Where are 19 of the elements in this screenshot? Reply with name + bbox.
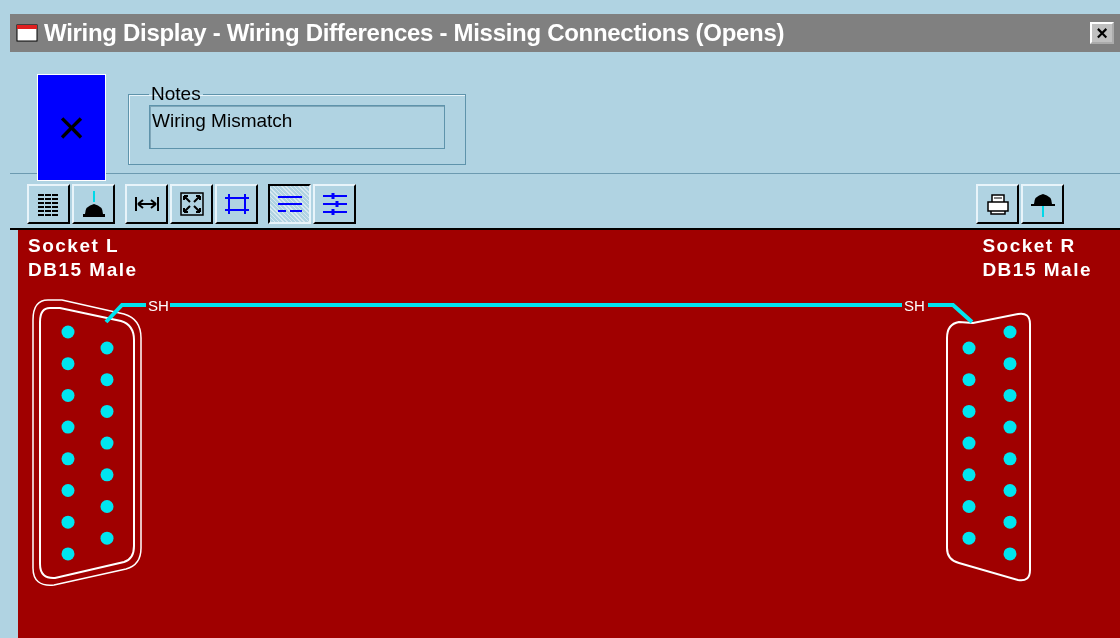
close-button[interactable]: × [1090, 22, 1114, 44]
notes-field[interactable]: Wiring Mismatch [149, 105, 445, 149]
socket-type: DB15 Male [28, 258, 138, 282]
frame-icon [222, 192, 251, 216]
window-title: Wiring Display - Wiring Differences - Missing Connections (Opens) [44, 19, 786, 47]
socket-type: DB15 Male [982, 258, 1092, 282]
slider-lines-icon [320, 192, 349, 216]
lines-icon [275, 193, 304, 215]
wire-label: SH [148, 297, 169, 314]
toolbar-button[interactable] [268, 184, 311, 224]
printer-icon [984, 192, 1011, 216]
wire-label: SH [904, 297, 925, 314]
stand-icon [80, 190, 107, 218]
socket-name: Socket R [982, 234, 1077, 258]
status-indicator: × [37, 74, 106, 181]
notes-label: Notes [150, 83, 202, 105]
socket-name: Socket L [28, 234, 121, 258]
window-icon [16, 24, 38, 42]
expand-icon [178, 191, 205, 217]
